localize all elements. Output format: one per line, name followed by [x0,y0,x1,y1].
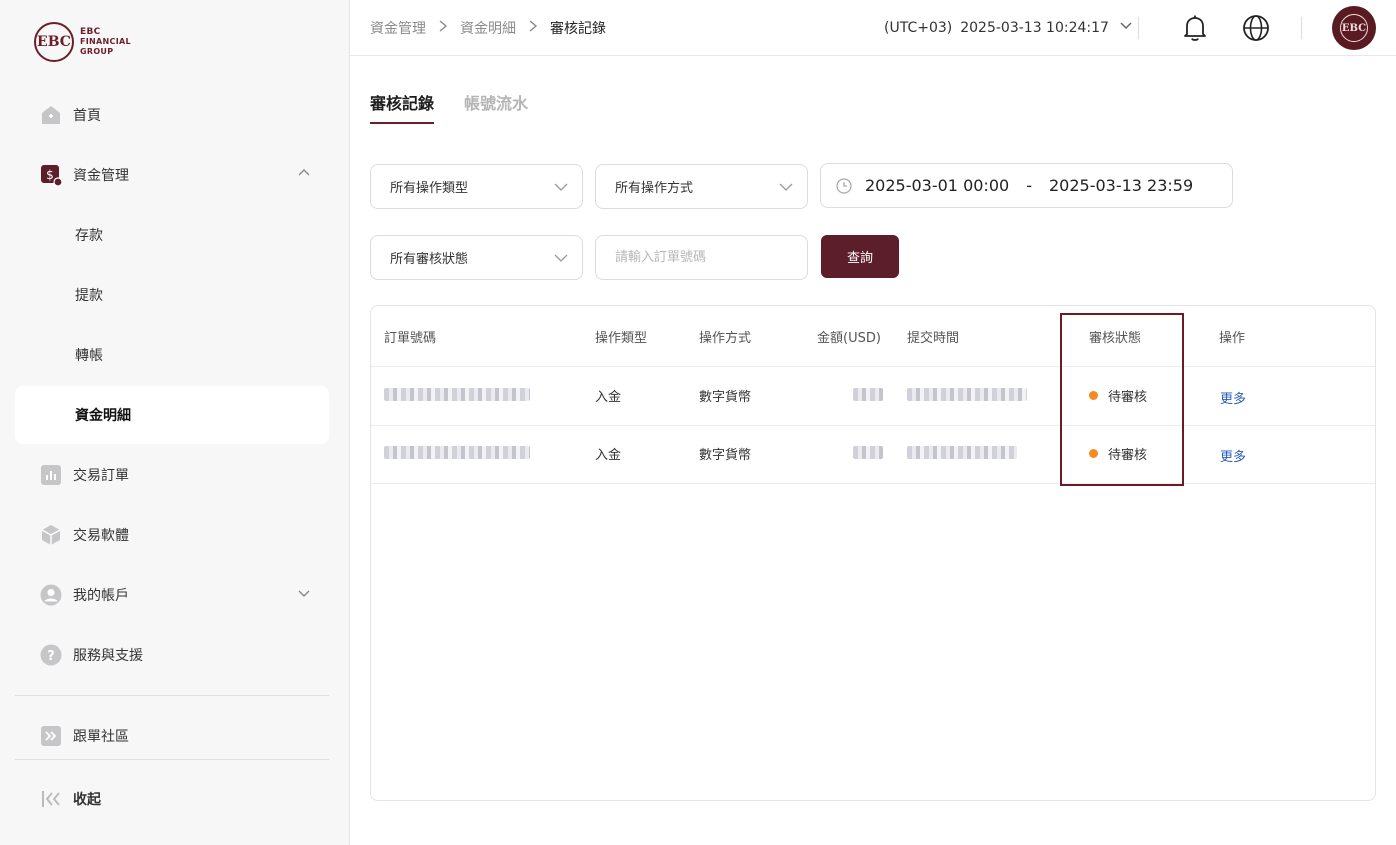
timezone-selector[interactable]: (UTC+03) 2025-03-13 10:24:17 [884,19,1133,37]
sidebar-item-funds[interactable]: $ 資金管理 [15,146,329,204]
date-separator: - [1026,176,1032,195]
tab-review-records[interactable]: 審核記錄 [370,90,434,114]
header-divider [1138,17,1139,39]
chevron-down-icon [554,180,568,198]
cell-operation-method: 數字貨幣 [699,390,752,405]
sidebar-item-label: 跟單社區 [73,729,129,745]
more-link[interactable]: 更多 [1220,446,1246,465]
redacted-amount [853,388,883,401]
avatar-logo: EBC [1340,14,1368,42]
review-records-table: 訂單號碼 操作類型 操作方式 金額(USD) 提交時間 審核狀態 操作 入金 數… [370,305,1376,801]
logo-text: EBC FINANCIAL GROUP [80,27,131,56]
cell-operation-method: 數字貨幣 [699,448,752,463]
date-range-picker[interactable]: 2025-03-01 00:00 - 2025-03-13 23:59 [820,163,1233,208]
box-icon [40,524,62,546]
timezone-label: (UTC+03) [884,20,953,36]
chevron-down-icon [779,180,793,198]
sidebar-item-deposit[interactable]: 存款 [15,206,329,264]
redacted-order-number [384,388,530,401]
select-value: 所有審核狀態 [390,252,469,267]
home-icon [40,104,62,126]
cell-operation-type: 入金 [595,448,622,463]
column-header-submit-time: 提交時間 [907,331,960,346]
sidebar-divider [15,695,329,696]
breadcrumb-item[interactable]: 資金明細 [460,18,516,38]
breadcrumb-item[interactable]: 資金管理 [370,18,426,38]
sidebar-item-label: 服務與支援 [73,648,143,664]
forward-icon [40,725,62,747]
sidebar-item-label: 交易訂單 [73,468,129,484]
sidebar-item-trade-orders[interactable]: 交易訂單 [15,446,329,504]
logo-mark: EBC [34,22,74,62]
sidebar-item-home[interactable]: 首頁 [15,86,329,144]
sidebar-item-my-account[interactable]: 我的帳戶 [15,566,329,624]
chevron-down-icon [297,586,311,604]
globe-icon[interactable] [1241,13,1271,43]
sidebar-item-withdraw[interactable]: 提款 [15,266,329,324]
sidebar-collapse-button[interactable]: 收起 [15,770,329,828]
chart-icon [40,464,62,486]
sidebar-item-support[interactable]: ? 服務與支援 [15,626,329,684]
sidebar: EBC EBC FINANCIAL GROUP 首頁 $ 資金管理 存款 提款 … [0,0,350,845]
active-tab-indicator [370,122,434,124]
chevron-down-icon [1119,19,1133,37]
sidebar-item-transfer[interactable]: 轉帳 [15,326,329,384]
select-value: 所有操作類型 [390,181,469,196]
column-header-operation-type: 操作類型 [595,331,648,346]
funds-icon: $ [40,164,62,186]
status-column-highlight [1060,313,1184,486]
logo[interactable]: EBC EBC FINANCIAL GROUP [34,22,131,62]
operation-type-select[interactable]: 所有操作類型 [370,164,583,209]
query-button[interactable]: 查詢 [821,235,899,278]
operation-method-select[interactable]: 所有操作方式 [595,164,808,209]
svg-text:?: ? [47,649,55,664]
column-header-amount: 金額(USD) [817,331,881,346]
redacted-amount [853,446,883,459]
sidebar-item-copy-trading[interactable]: 跟單社區 [15,707,329,765]
svg-text:$: $ [46,168,54,182]
redacted-order-number [384,446,530,459]
top-header: 資金管理 資金明細 審核記錄 (UTC+03) 2025-03-13 10:24… [350,0,1396,56]
redacted-submit-time [907,388,1027,401]
date-end[interactable]: 2025-03-13 23:59 [1049,176,1193,195]
collapse-icon [40,788,62,810]
user-icon [40,584,62,606]
chevron-right-icon [438,20,448,36]
date-start[interactable]: 2025-03-01 00:00 [865,176,1009,195]
sidebar-divider [15,759,329,760]
breadcrumb-current: 審核記錄 [550,21,606,37]
sidebar-item-label: 交易軟體 [73,528,129,544]
clock-icon [836,177,852,194]
tab-account-flow[interactable]: 帳號流水 [464,90,528,114]
sidebar-item-trading-software[interactable]: 交易軟體 [15,506,329,564]
current-datetime: 2025-03-13 10:24:17 [960,20,1109,36]
row-divider [371,483,1375,484]
column-header-operation-method: 操作方式 [699,331,752,346]
breadcrumb: 資金管理 資金明細 審核記錄 [370,18,606,38]
chevron-up-icon [297,166,311,184]
chevron-down-icon [554,251,568,269]
order-number-input[interactable] [595,235,808,280]
redacted-submit-time [907,446,1017,459]
notification-bell-icon[interactable] [1180,13,1210,43]
row-divider [371,425,1375,426]
sidebar-item-label: 首頁 [73,108,101,124]
row-divider [371,366,1375,367]
sidebar-item-label: 收起 [73,792,101,808]
column-header-actions: 操作 [1219,331,1246,346]
review-status-select[interactable]: 所有審核狀態 [370,235,583,280]
more-link[interactable]: 更多 [1220,388,1246,407]
chevron-right-icon [528,20,538,36]
column-header-order-number: 訂單號碼 [384,331,437,346]
cell-operation-type: 入金 [595,390,622,405]
sidebar-item-fund-details[interactable]: 資金明細 [15,386,329,444]
avatar[interactable]: EBC [1332,6,1376,50]
help-icon: ? [40,644,62,666]
sidebar-item-label: 資金管理 [73,168,129,184]
select-value: 所有操作方式 [615,181,694,196]
sidebar-item-label: 我的帳戶 [73,588,129,604]
header-divider [1301,17,1302,39]
